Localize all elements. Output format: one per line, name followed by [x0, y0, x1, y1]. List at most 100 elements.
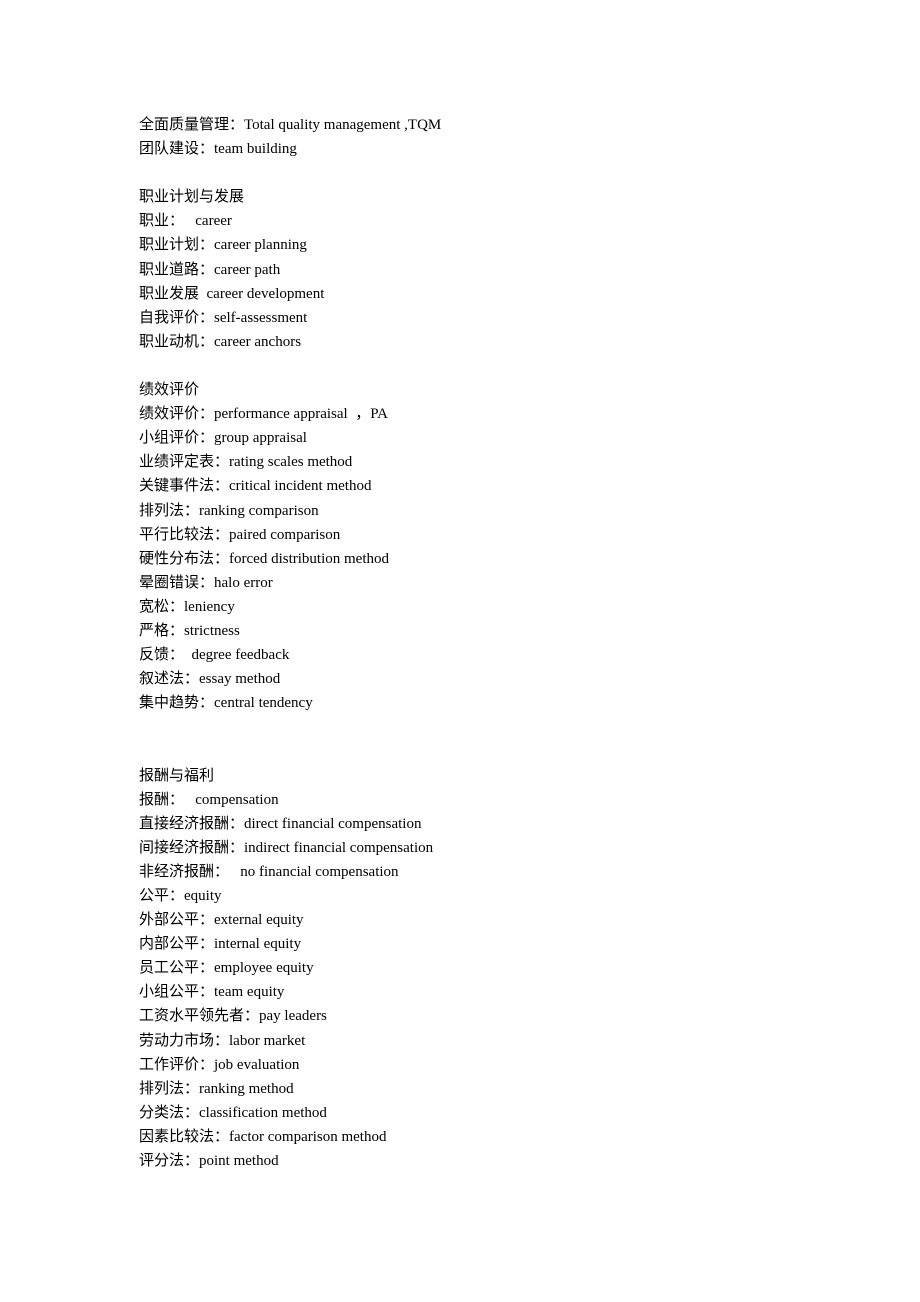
term-en: labor market [229, 1032, 306, 1049]
term-en: halo error [214, 574, 273, 591]
term-line: 晕圈错误：halo error [139, 571, 839, 595]
document-page: 全面质量管理：Total quality management ,TQM 团队建… [139, 113, 839, 1173]
term-en: classification method [199, 1104, 327, 1121]
term-line: 严格：strictness [139, 619, 839, 643]
term-zh: 外部公平： [139, 912, 215, 929]
term-line: 内部公平：internal equity [139, 932, 839, 956]
term-en: career anchors [214, 333, 302, 350]
term-en: central tendency [214, 695, 313, 712]
term-zh: 工作评价： [139, 1056, 215, 1073]
term-zh: 硬性分布法： [139, 550, 230, 567]
term-line: 集中趋势：central tendency [139, 691, 839, 715]
term-en: compensation [184, 791, 279, 808]
term-zh: 报酬： [139, 791, 185, 808]
term-zh: 分类法： [139, 1104, 200, 1121]
term-en: employee equity [214, 960, 314, 977]
term-line: 因素比较法：factor comparison method [139, 1125, 839, 1149]
term-en: pay leaders [259, 1008, 327, 1025]
term-zh: 严格： [139, 622, 185, 639]
term-en: career development [206, 285, 325, 302]
term-line: 公平：equity [139, 884, 839, 908]
term-zh: 宽松： [139, 598, 185, 615]
term-zh: 小组评价： [139, 430, 215, 447]
term-en: team building [214, 141, 297, 158]
term-zh: 职业道路： [139, 261, 215, 278]
term-line: 评分法：point method [139, 1149, 839, 1173]
term-en: Total quality management ,TQM [244, 117, 442, 133]
term-zh: 因素比较法： [139, 1128, 230, 1145]
term-zh: 业绩评定表： [139, 454, 230, 471]
term-en: career path [214, 261, 281, 278]
term-line: 工作评价：job evaluation [139, 1053, 839, 1077]
term-line: 全面质量管理：Total quality management ,TQM [139, 113, 839, 137]
term-en: ranking comparison [199, 502, 319, 519]
term-en: career planning [214, 237, 307, 254]
term-line: 非经济报酬： no financial compensation [139, 860, 839, 884]
term-line: 自我评价：self-assessment [139, 306, 839, 330]
term-en: strictness [184, 622, 240, 639]
term-en: leniency [184, 598, 235, 615]
term-line: 小组公平：team equity [139, 980, 839, 1004]
term-line: 直接经济报酬：direct financial compensation [139, 812, 839, 836]
term-line: 职业： career [139, 209, 839, 233]
term-line: 间接经济报酬：indirect financial compensation [139, 836, 839, 860]
term-line: 分类法：classification method [139, 1101, 839, 1125]
term-line: 劳动力市场：labor market [139, 1029, 839, 1053]
term-zh: 团队建设： [139, 141, 215, 158]
term-zh: 职业： [139, 213, 185, 230]
term-zh: 关键事件法： [139, 478, 230, 495]
term-line: 绩效评价：performance appraisal ，PA [139, 402, 839, 426]
term-en: rating scales method [229, 454, 353, 471]
term-line: 团队建设：team building [139, 137, 839, 161]
term-en: group appraisal [214, 430, 307, 447]
term-line: 小组评价：group appraisal [139, 426, 839, 450]
term-en: equity [184, 888, 222, 904]
section-heading: 职业计划与发展 [139, 189, 245, 206]
term-zh: 直接经济报酬： [139, 815, 245, 832]
term-zh: 间接经济报酬： [139, 839, 245, 856]
term-zh: 公平： [139, 888, 185, 904]
section-heading: 报酬与福利 [139, 767, 215, 784]
term-zh: 排列法： [139, 502, 200, 519]
term-zh: 评分法： [139, 1153, 200, 1170]
term-zh: 职业计划： [139, 237, 215, 254]
term-zh: 集中趋势： [139, 695, 215, 712]
term-en: ranking method [199, 1080, 294, 1097]
term-en: forced distribution method [229, 550, 389, 567]
term-en: performance appraisal ，PA [214, 406, 388, 423]
term-en: career [184, 213, 232, 230]
term-en: self-assessment [214, 309, 308, 326]
term-zh: 工资水平领先者： [139, 1008, 260, 1025]
term-zh: 全面质量管理： [139, 117, 245, 133]
section-heading: 绩效评价 [139, 382, 200, 399]
term-en: point method [199, 1153, 279, 1170]
term-zh: 排列法： [139, 1080, 200, 1097]
term-zh: 小组公平： [139, 984, 215, 1001]
term-en: external equity [214, 912, 304, 929]
term-zh: 劳动力市场： [139, 1032, 230, 1049]
term-line: 职业道路：career path [139, 258, 839, 282]
term-en: essay method [199, 671, 281, 688]
term-line: 关键事件法：critical incident method [139, 474, 839, 498]
term-en: paired comparison [229, 526, 341, 543]
term-line: 宽松：leniency [139, 595, 839, 619]
term-zh: 叙述法： [139, 671, 200, 688]
term-en: no financial compensation [229, 863, 399, 880]
term-line: 排列法：ranking method [139, 1077, 839, 1101]
term-zh: 内部公平： [139, 936, 215, 953]
term-line: 平行比较法：paired comparison [139, 523, 839, 547]
term-line: 业绩评定表：rating scales method [139, 450, 839, 474]
term-en: job evaluation [214, 1056, 300, 1073]
term-zh: 绩效评价： [139, 406, 215, 423]
term-en: critical incident method [229, 478, 372, 495]
term-zh: 反馈： [139, 647, 185, 664]
term-zh: 员工公平： [139, 960, 215, 977]
term-line: 职业发展 career development [139, 282, 839, 306]
term-en: factor comparison method [229, 1128, 387, 1145]
term-zh: 自我评价： [139, 309, 215, 326]
term-line: 外部公平：external equity [139, 908, 839, 932]
